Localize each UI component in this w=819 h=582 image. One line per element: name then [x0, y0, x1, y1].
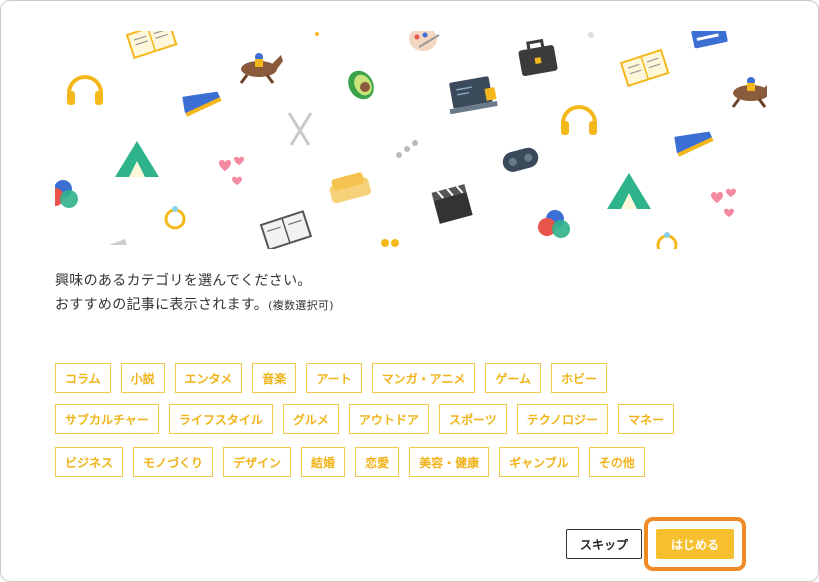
skip-button[interactable]: スキップ: [566, 529, 642, 559]
color-palette-icon: [409, 31, 440, 51]
briefcase-icon: [518, 38, 558, 77]
category-art[interactable]: アート: [306, 363, 362, 393]
newspaper-icon: [259, 210, 313, 249]
start-button[interactable]: はじめる: [656, 529, 734, 559]
category-music[interactable]: 音楽: [252, 363, 297, 393]
category-sports[interactable]: スポーツ: [438, 404, 507, 434]
category-romance[interactable]: 恋愛: [355, 447, 400, 477]
category-row-1: コラム 小説 エンタメ 音楽 アート マンガ・アニメ ゲーム ホビー: [55, 363, 608, 393]
category-money[interactable]: マネー: [617, 404, 674, 434]
category-lifestyle[interactable]: ライフスタイル: [168, 404, 273, 434]
headphones-icon: [561, 105, 597, 135]
category-column[interactable]: コラム: [55, 363, 111, 393]
category-illustration-banner: [55, 31, 767, 249]
category-marriage[interactable]: 結婚: [301, 447, 346, 477]
intro-line-2-text: おすすめの記事に表示されます。: [55, 297, 269, 313]
fork-knife-icon: [287, 112, 313, 146]
sneaker-icon: [674, 131, 714, 157]
dots-icon: [315, 32, 319, 36]
category-business[interactable]: ビジネス: [55, 447, 124, 477]
category-gambling[interactable]: ギャンブル: [499, 447, 579, 477]
category-hobby[interactable]: ホビー: [551, 363, 608, 393]
category-novel[interactable]: 小説: [120, 363, 165, 393]
book-icon: [125, 31, 178, 60]
racehorse-icon: [731, 77, 767, 108]
ring-icon: [164, 206, 186, 230]
credit-card-icon: [691, 31, 728, 49]
category-monozukuri[interactable]: モノづくり: [133, 447, 214, 477]
category-beauty-health[interactable]: 美容・健康: [409, 447, 490, 477]
camping-tent-icon: [607, 173, 651, 209]
category-row-3: ビジネス モノづくり デザイン 結婚 恋愛 美容・健康 ギャンブル その他: [55, 447, 645, 477]
dots-icon: [396, 140, 418, 158]
racehorse-icon: [239, 53, 283, 84]
clapperboard-icon: [431, 184, 473, 224]
headphones-icon: [67, 75, 103, 105]
headphones-icon: [381, 239, 399, 247]
category-game[interactable]: ゲーム: [485, 363, 541, 393]
category-other[interactable]: その他: [588, 447, 645, 477]
hearts-icon: [219, 156, 244, 185]
category-manga-anime[interactable]: マンガ・アニメ: [371, 363, 476, 393]
category-gourmet[interactable]: グルメ: [282, 404, 339, 434]
category-subculture[interactable]: サブカルチャー: [55, 404, 159, 434]
category-select-dialog: 興味のあるカテゴリを選んでください。 おすすめの記事に表示されます。(複数選択可…: [0, 0, 819, 582]
game-controller-icon: [502, 147, 539, 172]
intro-line-2: おすすめの記事に表示されます。(複数選択可): [55, 293, 334, 318]
camping-tent-icon: [115, 141, 159, 177]
sneaker-icon: [182, 91, 222, 117]
category-row-2: サブカルチャー ライフスタイル グルメ アウトドア スポーツ テクノロジー マネ…: [55, 404, 674, 434]
intro-line-1: 興味のあるカテゴリを選んでください。: [55, 273, 312, 289]
hearts-icon: [711, 188, 736, 217]
laptop-icon: [449, 76, 498, 115]
multi-select-note: (複数選択可): [268, 299, 334, 312]
category-outdoor[interactable]: アウトドア: [348, 404, 429, 434]
sofa-icon: [329, 172, 371, 204]
color-circles-icon: [55, 180, 78, 208]
avocado-icon: [348, 70, 374, 100]
category-design[interactable]: デザイン: [223, 447, 292, 477]
category-technology[interactable]: テクノロジー: [516, 404, 608, 434]
category-entertainment[interactable]: エンタメ: [174, 363, 243, 393]
book-icon: [619, 48, 670, 88]
intro-text: 興味のあるカテゴリを選んでください。 おすすめの記事に表示されます。(複数選択可…: [55, 269, 334, 318]
ring-icon: [656, 232, 678, 249]
color-circles-icon: [538, 210, 570, 238]
